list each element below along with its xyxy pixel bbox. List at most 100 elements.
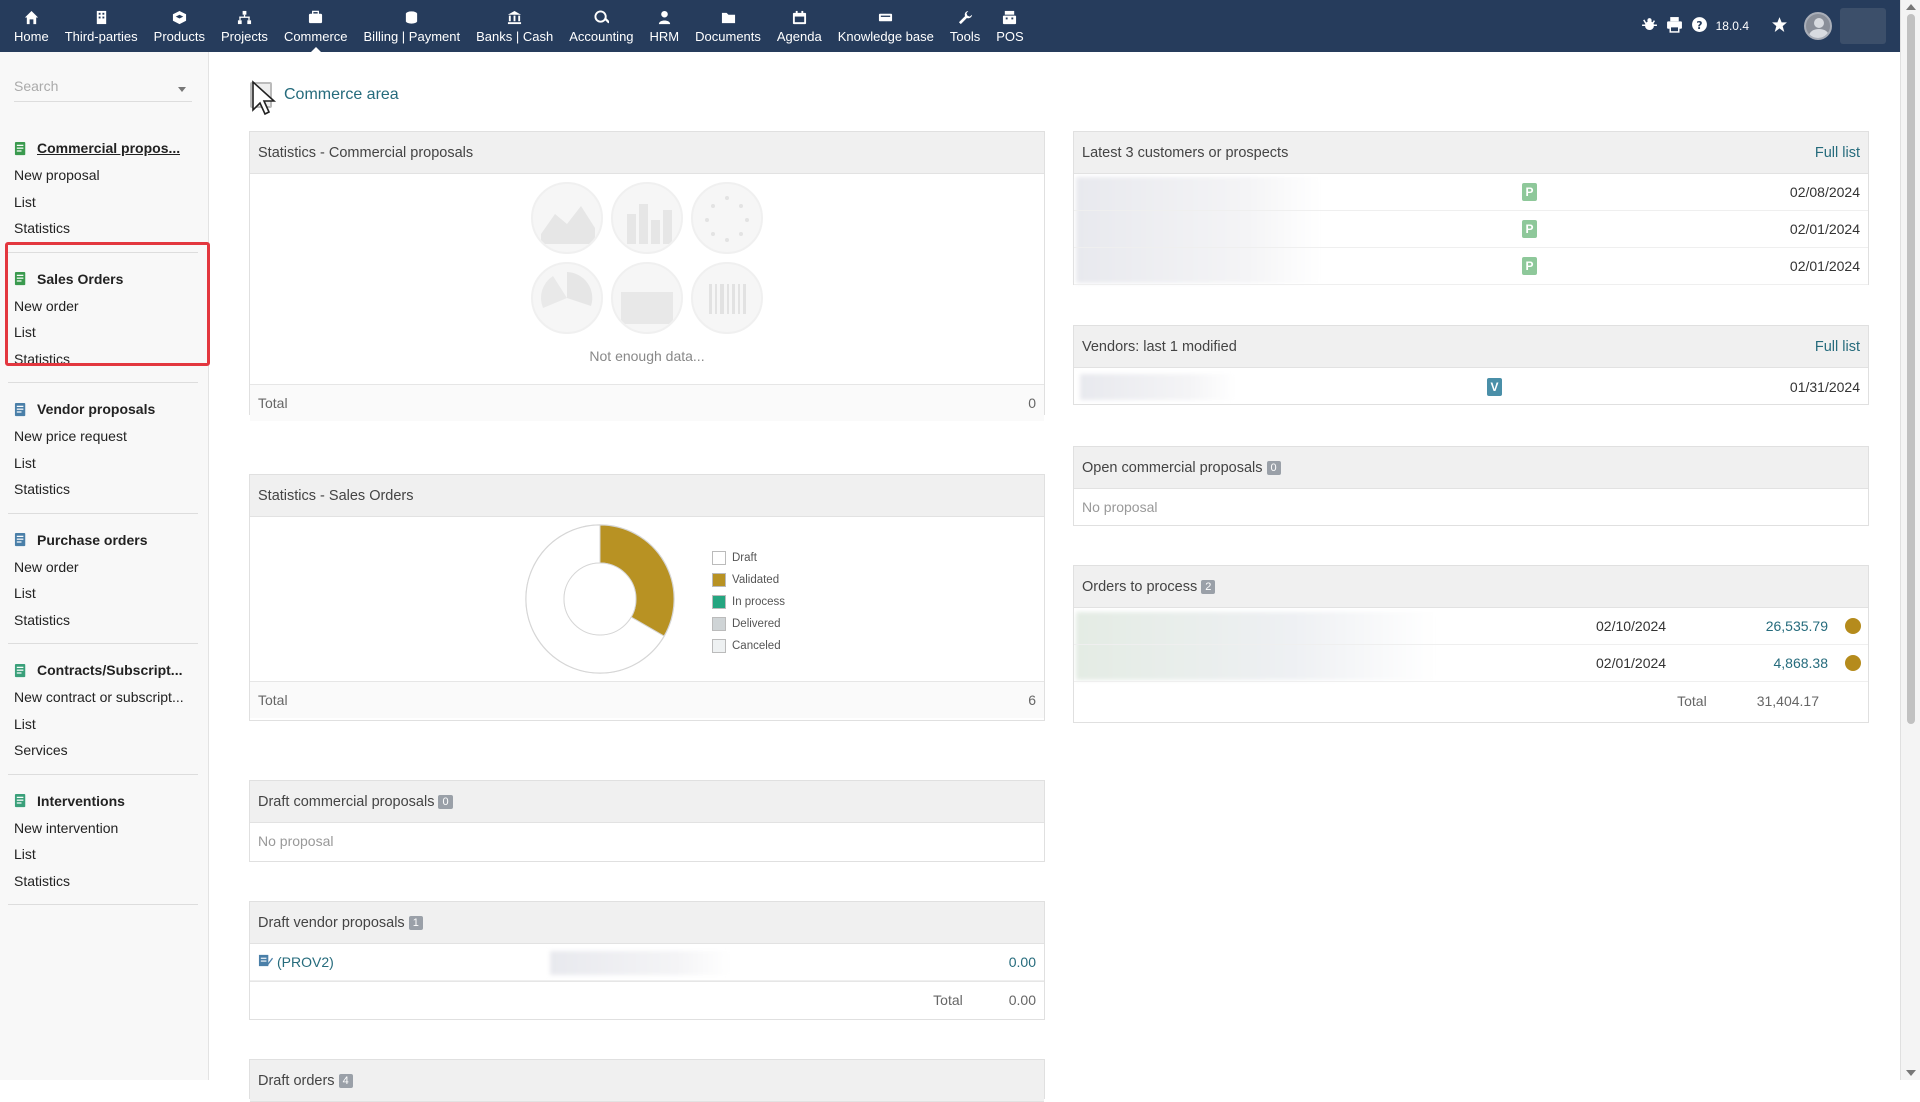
sidebar-section-title[interactable]: Interventions <box>14 787 198 815</box>
nav-label: Commerce <box>283 29 348 44</box>
chevron-down-icon[interactable] <box>178 87 186 92</box>
panel-header: Draft commercial proposals 0 <box>250 781 1044 823</box>
page-scrollbar[interactable] <box>1900 0 1920 1080</box>
ticket-icon <box>877 8 895 26</box>
sidebar-link[interactable]: List <box>14 450 198 477</box>
bug-icon[interactable] <box>1641 16 1658 36</box>
nav-item-tools[interactable]: Tools <box>942 0 988 52</box>
sidebar-link[interactable]: List <box>14 711 198 738</box>
cash-register-icon <box>1001 8 1019 26</box>
panel-header: Latest 3 customers or prospects Full list <box>1074 132 1868 174</box>
table-row[interactable]: 02/01/2024 4,868.38 <box>1074 645 1868 682</box>
legend-item[interactable]: Validated <box>712 569 785 591</box>
panel-title[interactable]: Draft vendor proposals <box>258 915 405 931</box>
sidebar-link[interactable]: List <box>14 189 198 216</box>
nav-item-accounting[interactable]: Accounting <box>561 0 641 52</box>
nav-item-knowledge-base[interactable]: Knowledge base <box>830 0 942 52</box>
nav-label: Tools <box>949 29 981 44</box>
legend-item[interactable]: In process <box>712 591 785 613</box>
panel-header: Orders to process 2 <box>1074 566 1868 608</box>
status-validated-icon <box>1845 655 1861 671</box>
sidebar-link[interactable]: Statistics <box>14 607 198 634</box>
full-list-link[interactable]: Full list <box>1815 339 1860 355</box>
search-input[interactable] <box>14 78 174 94</box>
sidebar-link[interactable]: Statistics <box>14 476 198 503</box>
sidebar-link[interactable]: New price request <box>14 423 198 450</box>
sidebar-link[interactable]: Statistics <box>14 215 198 242</box>
print-icon[interactable] <box>1666 16 1683 36</box>
legend-item[interactable]: Draft <box>712 547 785 569</box>
table-row[interactable]: P 02/01/2024 <box>1074 248 1868 285</box>
nav-item-billing-payment[interactable]: Billing | Payment <box>356 0 469 52</box>
user-avatar[interactable] <box>1804 12 1832 40</box>
orders-list: 02/10/2024 26,535.79 02/01/2024 4,868.38 <box>1074 608 1868 682</box>
search-box[interactable] <box>14 78 192 102</box>
table-row[interactable]: P 02/08/2024 <box>1074 174 1868 211</box>
panel-orders-to-process: Orders to process 2 02/10/2024 26,535.79 02… <box>1073 565 1869 723</box>
help-icon[interactable]: ? <box>1691 16 1708 36</box>
bookmark-star-icon[interactable] <box>1771 16 1788 36</box>
nav-item-pos[interactable]: POS <box>988 0 1031 52</box>
sidebar-link[interactable]: New order <box>14 293 198 320</box>
scroll-up-arrow-icon[interactable] <box>1906 4 1916 10</box>
nav-item-hrm[interactable]: HRM <box>642 0 688 52</box>
proposal-ref-link[interactable]: (PROV2) <box>277 954 334 970</box>
sidebar-link[interactable]: New intervention <box>14 815 198 842</box>
legend-label: Draft <box>732 552 757 564</box>
sidebar-link[interactable]: New order <box>14 554 198 581</box>
nav-item-third-parties[interactable]: Third-parties <box>57 0 146 52</box>
nav-item-projects[interactable]: Projects <box>213 0 276 52</box>
proposal-amount: 0.00 <box>1008 954 1036 970</box>
nav-label: Billing | Payment <box>363 29 461 44</box>
page-title: Commerce area <box>284 86 399 103</box>
sidebar-section-title[interactable]: Vendor proposals <box>14 395 198 423</box>
table-row[interactable]: P 02/01/2024 <box>1074 211 1868 248</box>
date-cell: 02/01/2024 <box>1789 221 1860 237</box>
panel-title: Statistics - Commercial proposals <box>258 144 474 161</box>
sidebar-link[interactable]: Statistics <box>14 346 198 373</box>
sidebar-link[interactable]: Statistics <box>14 868 198 895</box>
nav-item-documents[interactable]: Documents <box>687 0 769 52</box>
sidebar-link[interactable]: List <box>14 319 198 346</box>
scatter-chart-icon <box>691 182 763 254</box>
user-name-box[interactable] <box>1840 8 1886 44</box>
status-validated-icon <box>1845 618 1861 634</box>
full-list-link[interactable]: Full list <box>1815 145 1860 161</box>
panel-title[interactable]: Open commercial proposals <box>1082 460 1263 476</box>
table-row[interactable]: (PROV2) 0.00 <box>250 944 1044 981</box>
panel-title[interactable]: Draft commercial proposals <box>258 794 434 810</box>
table-row[interactable]: 02/10/2024 26,535.79 <box>1074 608 1868 645</box>
nav-item-home[interactable]: Home <box>6 0 57 52</box>
sidebar-link[interactable]: New contract or subscript... <box>14 684 198 711</box>
nav-item-commerce[interactable]: Commerce <box>276 0 356 52</box>
redacted-vendor-name <box>550 951 730 975</box>
sidebar-section-title[interactable]: Sales Orders <box>14 265 198 293</box>
sidebar-section-title[interactable]: Commercial propos... <box>14 134 198 162</box>
nav-label: Agenda <box>776 29 822 44</box>
nav-item-products[interactable]: Products <box>146 0 213 52</box>
total-row: Total 0 <box>250 384 1044 421</box>
panel-header: Open commercial proposals 0 <box>1074 447 1868 489</box>
nav-item-banks-cash[interactable]: Banks | Cash <box>468 0 561 52</box>
panel-title[interactable]: Orders to process <box>1082 579 1197 595</box>
panel-header: Vendors: last 1 modified Full list <box>1074 326 1868 368</box>
sidebar-link[interactable]: List <box>14 841 198 868</box>
nav-item-agenda[interactable]: Agenda <box>769 0 830 52</box>
sidebar-link[interactable]: List <box>14 580 198 607</box>
nav-label: POS <box>996 29 1024 44</box>
panel-title[interactable]: Draft orders <box>258 1073 335 1089</box>
legend-item[interactable]: Canceled <box>712 635 785 657</box>
sidebar-section-title[interactable]: Contracts/Subscript... <box>14 656 198 684</box>
proposal-icon <box>258 953 273 971</box>
table-row[interactable]: V 01/31/2024 <box>1074 368 1868 405</box>
sidebar-section-title[interactable]: Purchase orders <box>14 526 198 554</box>
orders-donut-chart <box>525 524 675 674</box>
scroll-down-arrow-icon[interactable] <box>1906 1070 1916 1076</box>
scroll-thumb[interactable] <box>1907 14 1915 724</box>
sidebar-link[interactable]: Services <box>14 737 198 764</box>
legend-item[interactable]: Delivered <box>712 613 785 635</box>
sidebar-link[interactable]: New proposal <box>14 162 198 189</box>
barcode-chart-icon <box>691 262 763 334</box>
area-chart-icon <box>531 182 603 254</box>
count-badge: 0 <box>438 794 453 809</box>
